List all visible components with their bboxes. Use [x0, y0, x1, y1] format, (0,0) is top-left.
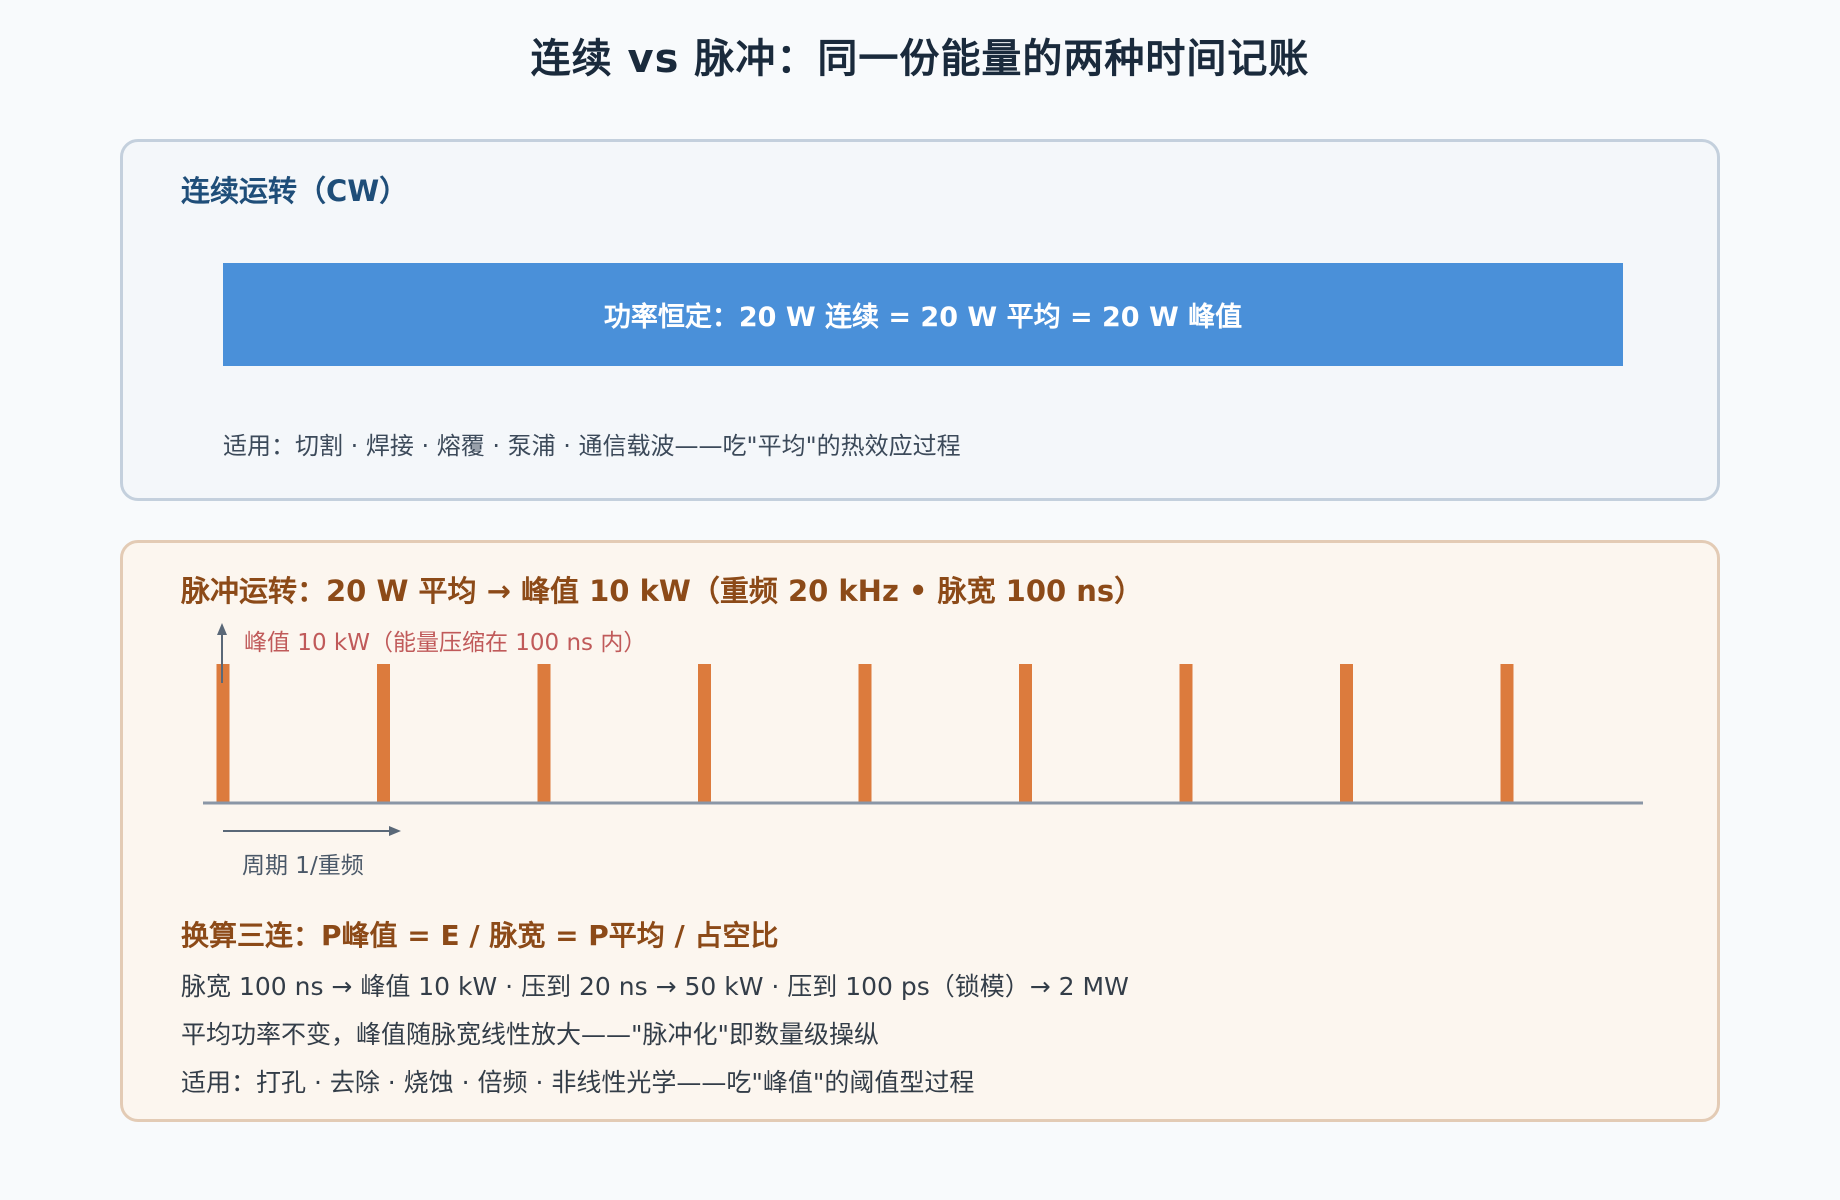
- conversion-formula: 换算三连：P峰值 = E / 脉宽 = P平均 / 占空比: [181, 919, 779, 952]
- pulse-applications: 适用：打孔 · 去除 · 烧蚀 · 倍频 · 非线性光学——吃"峰值"的阈值型过…: [181, 1068, 975, 1097]
- cw-panel: 连续运转（CW） 功率恒定：20 W 连续 = 20 W 平均 = 20 W 峰…: [120, 139, 1720, 501]
- example-line: 脉宽 100 ns → 峰值 10 kW · 压到 20 ns → 50 kW …: [181, 972, 1129, 1001]
- cw-power-bar: 功率恒定：20 W 连续 = 20 W 平均 = 20 W 峰值: [223, 263, 1623, 366]
- explanation-line: 平均功率不变，峰值随脉宽线性放大——"脉冲化"即数量级操纵: [181, 1020, 880, 1049]
- cw-heading: 连续运转（CW）: [181, 174, 409, 208]
- pulse-bar: [1019, 664, 1032, 803]
- pulse-bar: [216, 664, 230, 803]
- pulse-bars: [216, 664, 1514, 803]
- pulse-bar: [1179, 664, 1193, 803]
- pulse-bar: [537, 664, 551, 803]
- period-arrow-head: [389, 826, 401, 836]
- pulse-bar: [1500, 664, 1514, 803]
- peak-arrow-head: [217, 623, 227, 635]
- pulse-bar: [377, 664, 390, 803]
- pulse-bar: [698, 664, 711, 803]
- cw-applications: 适用：切割 · 焊接 · 熔覆 · 泵浦 · 通信载波——吃"平均"的热效应过程: [223, 432, 961, 460]
- pulse-train-diagram: [203, 623, 1643, 836]
- pulse-bar: [1340, 664, 1353, 803]
- period-label: 周期 1/重频: [242, 853, 364, 879]
- cw-bar-label: 功率恒定：20 W 连续 = 20 W 平均 = 20 W 峰值: [603, 302, 1243, 333]
- pulse-bar: [858, 664, 872, 803]
- pulse-panel: 脉冲运转：20 W 平均 → 峰值 10 kW（重频 20 kHz • 脉宽 1…: [120, 540, 1720, 1122]
- page-title: 连续 vs 脉冲：同一份能量的两种时间记账: [530, 36, 1310, 82]
